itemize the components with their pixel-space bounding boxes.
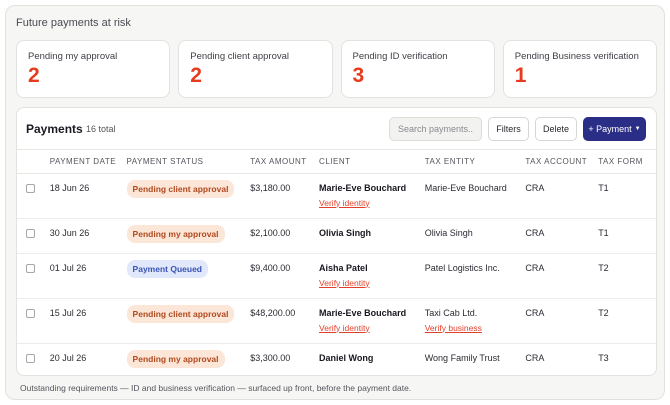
tax-form: T2 xyxy=(598,253,656,299)
column-header[interactable]: PAYMENT DATE xyxy=(49,150,127,174)
status-badge: Pending my approval xyxy=(126,349,225,368)
card-label: Pending client approval xyxy=(190,51,290,62)
column-header[interactable]: PAYMENT STATUS xyxy=(126,150,251,174)
select-column-header xyxy=(17,150,50,174)
column-header[interactable]: TAX ACCOUNT xyxy=(525,150,599,174)
status-badge: Pending client approval xyxy=(126,304,235,323)
column-header[interactable]: TAX AMOUNT xyxy=(250,150,320,174)
tax-amount: $3,180.00 xyxy=(250,173,320,219)
card-pending-my-approval[interactable]: Pending my approval 2 xyxy=(16,40,171,98)
tax-amount: $9,400.00 xyxy=(250,253,320,299)
card-label: Pending Business verification xyxy=(514,51,639,62)
total-count: 16 total xyxy=(86,124,116,134)
payment-date: 01 Jul 26 xyxy=(49,253,127,299)
table-row[interactable]: 18 Jun 26 Pending client approval $3,180… xyxy=(17,173,656,219)
tax-account: CRA xyxy=(525,352,545,363)
tax-form: T2 xyxy=(598,298,656,344)
verify-identity-link[interactable]: Verify identity xyxy=(319,198,425,208)
table-row[interactable]: 30 Jun 26 Pending my approval $2,100.00 … xyxy=(17,218,656,254)
chevron-down-icon: ▼ xyxy=(634,126,641,132)
table-row[interactable]: 15 Jul 26 Pending client approval $48,20… xyxy=(17,298,656,344)
delete-button[interactable]: Delete xyxy=(535,117,577,141)
client-name: Aisha Patel xyxy=(319,262,368,273)
row-checkbox[interactable] xyxy=(26,353,35,363)
client-cell: Aisha Patel Verify identity xyxy=(319,253,425,299)
row-checkbox[interactable] xyxy=(26,263,35,273)
table-row[interactable]: 01 Jul 26 Payment Queued $9,400.00 Aisha… xyxy=(17,253,656,299)
tax-entity: Marie-Eve Bouchard xyxy=(424,173,526,219)
payments-table-card: Payments 16 total Filters Delete + Payme… xyxy=(16,107,657,376)
column-header[interactable]: TAX ENTITY xyxy=(424,150,526,174)
tax-entity: Olivia Singh xyxy=(424,218,526,254)
tax-form: T3 xyxy=(598,352,609,363)
client-name: Olivia Singh xyxy=(319,227,372,238)
client-cell: Marie-Eve Bouchard Verify identity xyxy=(319,173,425,219)
client-cell: Daniel Wong xyxy=(319,343,425,375)
verify-business-link[interactable]: Verify business xyxy=(425,323,526,333)
tax-account: CRA xyxy=(525,253,599,299)
card-value: 3 xyxy=(352,64,365,87)
tax-form: T1 xyxy=(598,173,656,219)
row-checkbox[interactable] xyxy=(26,308,35,318)
card-label: Pending ID verification xyxy=(352,51,448,62)
table-title: Payments xyxy=(26,122,83,136)
column-header[interactable]: CLIENT xyxy=(319,150,425,174)
payment-date: 30 Jun 26 xyxy=(49,218,127,254)
tax-account: CRA xyxy=(525,218,599,254)
tax-entity: Patel Logistics Inc. xyxy=(424,253,526,299)
footer-note: Outstanding requirements — ID and busine… xyxy=(20,383,412,393)
payment-date: 20 Jul 26 xyxy=(49,352,87,363)
client-cell: Marie-Eve Bouchard Verify identity xyxy=(319,298,425,344)
card-label: Pending my approval xyxy=(28,51,118,62)
add-payment-button[interactable]: + Payment ▼ xyxy=(583,117,646,141)
payment-date: 18 Jun 26 xyxy=(49,173,127,219)
card-pending-id-verification[interactable]: Pending ID verification 3 xyxy=(340,40,495,98)
tax-amount: $3,300.00 xyxy=(250,352,291,363)
add-payment-label: + Payment xyxy=(588,124,632,134)
tax-entity: Wong Family Trust xyxy=(424,352,500,363)
client-cell: Olivia Singh xyxy=(319,218,425,254)
card-value: 2 xyxy=(190,64,202,87)
row-checkbox[interactable] xyxy=(26,228,35,238)
search-input[interactable] xyxy=(389,117,482,141)
column-header[interactable]: TAX FORM xyxy=(598,150,656,174)
status-badge: Payment Queued xyxy=(126,259,208,278)
filters-button[interactable]: Filters xyxy=(488,117,529,141)
card-pending-client-approval[interactable]: Pending client approval 2 xyxy=(178,40,333,98)
verify-identity-link[interactable]: Verify identity xyxy=(319,323,425,333)
payments-at-risk-panel: Future payments at risk Pending my appro… xyxy=(5,5,665,400)
tax-form: T1 xyxy=(598,218,656,254)
client-name: Daniel Wong xyxy=(319,352,374,363)
card-value: 2 xyxy=(28,64,40,87)
tax-amount: $48,200.00 xyxy=(250,298,320,344)
payments-table: PAYMENT DATE PAYMENT STATUS TAX AMOUNT C… xyxy=(17,150,656,375)
table-head-row: PAYMENT DATE PAYMENT STATUS TAX AMOUNT C… xyxy=(17,150,656,174)
tax-account: CRA xyxy=(525,173,599,219)
table-row[interactable]: 20 Jul 26 Pending my approval $3,300.00 … xyxy=(17,343,656,375)
card-value: 1 xyxy=(514,64,527,87)
tax-account: CRA xyxy=(525,298,599,344)
client-name: Marie-Eve Bouchard xyxy=(319,182,407,193)
tax-amount: $2,100.00 xyxy=(250,218,320,254)
status-badge: Pending my approval xyxy=(126,224,225,243)
payment-date: 15 Jul 26 xyxy=(49,298,127,344)
client-name: Marie-Eve Bouchard xyxy=(319,307,407,318)
section-title: Future payments at risk xyxy=(16,17,131,29)
tax-entity: Taxi Cab Ltd. xyxy=(424,307,478,318)
card-pending-business-verification[interactable]: Pending Business verification 1 xyxy=(502,40,657,98)
table-header-bar: Payments 16 total Filters Delete + Payme… xyxy=(17,108,656,150)
tax-entity-cell: Taxi Cab Ltd. Verify business xyxy=(424,298,526,344)
status-badge: Pending client approval xyxy=(126,179,235,198)
row-checkbox[interactable] xyxy=(26,183,35,193)
summary-cards: Pending my approval 2 Pending client app… xyxy=(16,40,657,98)
verify-identity-link[interactable]: Verify identity xyxy=(319,278,425,288)
